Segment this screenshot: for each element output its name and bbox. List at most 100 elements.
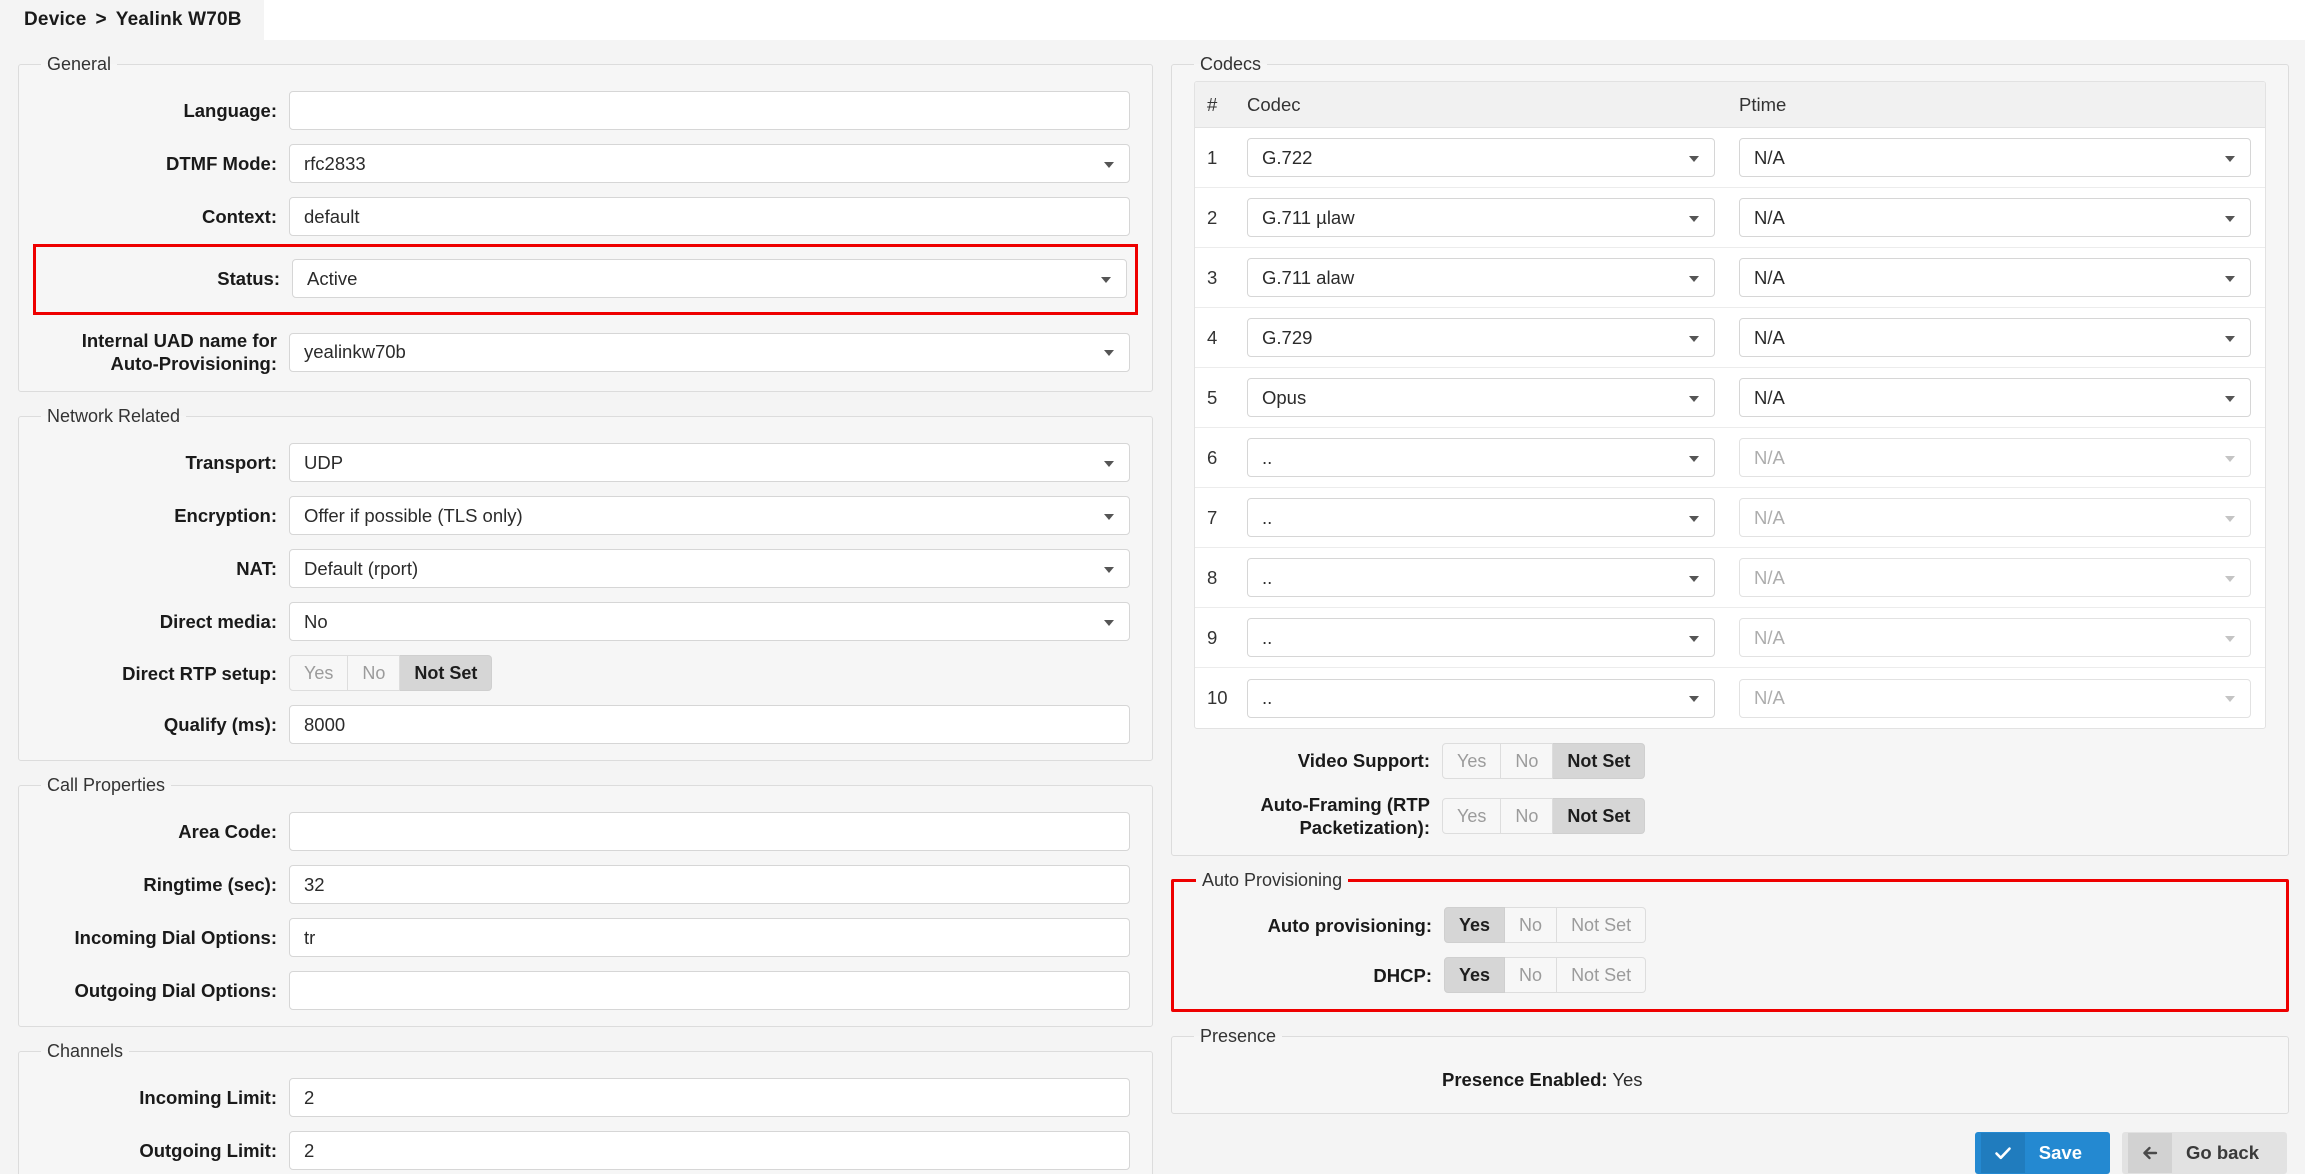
codec-table-row: 9.. N/A [1195, 608, 2265, 668]
direct-media-select[interactable]: No [289, 602, 1130, 642]
area-code-row: Area Code: [41, 812, 1130, 852]
column-header-ptime: Ptime [1739, 93, 1787, 115]
breadcrumb-root[interactable]: Device [24, 9, 86, 31]
dhcp-toggle[interactable]: Yes No Not Set [1444, 957, 1647, 994]
toggle-option-no[interactable]: No [1505, 957, 1558, 994]
toggle-option-not-set[interactable]: Not Set [400, 655, 493, 692]
arrow-left-icon [2128, 1133, 2172, 1174]
auto-provisioning-section: Auto Provisioning Auto provisioning: Yes… [1171, 870, 2289, 1013]
encryption-select[interactable]: Offer if possible (TLS only) [289, 496, 1130, 536]
qualify-input[interactable]: 8000 [289, 705, 1130, 745]
codec-select[interactable]: .. [1247, 438, 1715, 477]
save-button[interactable]: Save [1974, 1132, 2110, 1174]
codec-select[interactable]: G.722 [1247, 138, 1715, 177]
toggle-option-no[interactable]: No [348, 655, 401, 692]
codec-table-row: 10.. N/A [1195, 668, 2265, 728]
ptime-select[interactable]: N/A [1739, 258, 2251, 297]
dtmf-mode-select[interactable]: rfc2833 [289, 144, 1130, 183]
page-body: General Language: DTMF Mode: rfc2833 Con… [0, 40, 2305, 1174]
outgoing-dial-options-input[interactable] [289, 971, 1130, 1011]
ringtime-input[interactable]: 32 [289, 865, 1130, 905]
toggle-option-yes[interactable]: Yes [1442, 798, 1502, 835]
status-highlight-box: Status: Active [33, 244, 1138, 315]
ptime-select[interactable]: N/A [1739, 378, 2251, 417]
toggle-option-not-set[interactable]: Not Set [1553, 743, 1646, 779]
context-input[interactable]: default [289, 197, 1130, 236]
auto-provisioning-row: Auto provisioning: Yes No Not Set [1196, 907, 2264, 944]
toggle-option-not-set[interactable]: Not Set [1553, 798, 1646, 835]
breadcrumb-separator-icon: > [95, 9, 107, 30]
uad-name-select[interactable]: yealinkw70b [289, 332, 1130, 372]
codec-select[interactable]: G.729 [1247, 318, 1715, 357]
check-icon [1980, 1133, 2025, 1174]
codec-select[interactable]: .. [1247, 618, 1715, 657]
codec-select[interactable]: .. [1247, 558, 1715, 597]
status-label: Status: [217, 267, 280, 289]
codec-select[interactable]: G.711 µlaw [1247, 198, 1715, 237]
dhcp-row: DHCP: Yes No Not Set [1196, 957, 2264, 994]
ptime-select[interactable]: N/A [1739, 318, 2251, 357]
toggle-option-yes[interactable]: Yes [289, 655, 349, 692]
nat-select[interactable]: Default (rport) [289, 549, 1130, 589]
toggle-option-no[interactable]: No [1501, 798, 1554, 835]
incoming-dial-options-input[interactable]: tr [289, 918, 1130, 958]
codecs-table: # Codec Ptime 1 G.722 N/A 2 G.711 µlaw N/A 3 G.… [1194, 81, 2266, 729]
video-support-toggle[interactable]: Yes No Not Set [1442, 743, 1646, 779]
outgoing-dial-options-row: Outgoing Dial Options: [41, 971, 1130, 1011]
toggle-option-yes[interactable]: Yes [1442, 743, 1502, 779]
auto-provisioning-legend: Auto Provisioning [1202, 870, 1343, 891]
codec-row-number: 5 [1207, 386, 1218, 408]
outgoing-limit-input[interactable]: 2 [289, 1131, 1130, 1171]
network-related-legend: Network Related [47, 406, 181, 427]
incoming-limit-input[interactable]: 2 [289, 1078, 1130, 1118]
nat-label: NAT: [236, 558, 277, 580]
ptime-select[interactable]: N/A [1739, 198, 2251, 237]
incoming-limit-label: Incoming Limit: [139, 1087, 277, 1109]
ptime-select: N/A [1739, 618, 2251, 657]
ptime-select[interactable]: N/A [1739, 138, 2251, 177]
area-code-input[interactable] [289, 812, 1130, 852]
encryption-label: Encryption: [174, 505, 277, 527]
toggle-option-yes[interactable]: Yes [1444, 907, 1506, 944]
codecs-table-header: # Codec Ptime [1195, 82, 2265, 128]
transport-label: Transport: [185, 452, 277, 474]
codec-table-row: 1 G.722 N/A [1195, 128, 2265, 188]
call-properties-legend: Call Properties [47, 775, 166, 796]
ptime-select: N/A [1739, 498, 2251, 537]
language-input[interactable] [289, 91, 1130, 130]
codec-select[interactable]: G.711 alaw [1247, 258, 1715, 297]
context-row: Context: default [41, 197, 1130, 236]
breadcrumb-current: Yealink W70B [115, 9, 242, 30]
codec-row-number: 9 [1207, 626, 1218, 648]
column-header-number: # [1207, 93, 1218, 115]
auto-framing-toggle[interactable]: Yes No Not Set [1442, 798, 1646, 835]
breadcrumb-bar: Device > Yealink W70B [0, 0, 2305, 40]
toggle-option-no[interactable]: No [1505, 907, 1558, 944]
call-properties-section: Call Properties Area Code: Ringtime (sec… [18, 775, 1153, 1028]
transport-select[interactable]: UDP [289, 443, 1130, 483]
codec-table-row: 8.. N/A [1195, 548, 2265, 608]
codec-select[interactable]: .. [1247, 678, 1715, 718]
toggle-option-not-set[interactable]: Not Set [1557, 957, 1647, 994]
direct-rtp-toggle[interactable]: Yes No Not Set [289, 655, 493, 692]
codec-table-row: 7.. N/A [1195, 488, 2265, 548]
codec-select[interactable]: .. [1247, 498, 1715, 537]
language-row: Language: [41, 91, 1130, 130]
presence-section: Presence Presence Enabled: Yes [1171, 1026, 2289, 1115]
codec-row-number: 4 [1207, 326, 1218, 348]
codec-table-row: 2 G.711 µlaw N/A [1195, 188, 2265, 248]
go-back-button[interactable]: Go back [2122, 1132, 2287, 1174]
toggle-option-not-set[interactable]: Not Set [1557, 907, 1647, 944]
codec-select[interactable]: Opus [1247, 378, 1715, 417]
auto-provisioning-toggle[interactable]: Yes No Not Set [1444, 907, 1647, 944]
toggle-option-yes[interactable]: Yes [1444, 957, 1506, 994]
encryption-row: Encryption: Offer if possible (TLS only) [41, 496, 1130, 536]
ringtime-row: Ringtime (sec): 32 [41, 865, 1130, 905]
uad-name-label: Internal UAD name for Auto-Provisioning: [81, 330, 277, 375]
toggle-option-no[interactable]: No [1501, 743, 1554, 779]
status-select[interactable]: Active [292, 259, 1127, 298]
context-label: Context: [201, 205, 277, 227]
left-column: General Language: DTMF Mode: rfc2833 Con… [18, 54, 1153, 1174]
transport-row: Transport: UDP [41, 443, 1130, 483]
language-label: Language: [183, 99, 277, 121]
